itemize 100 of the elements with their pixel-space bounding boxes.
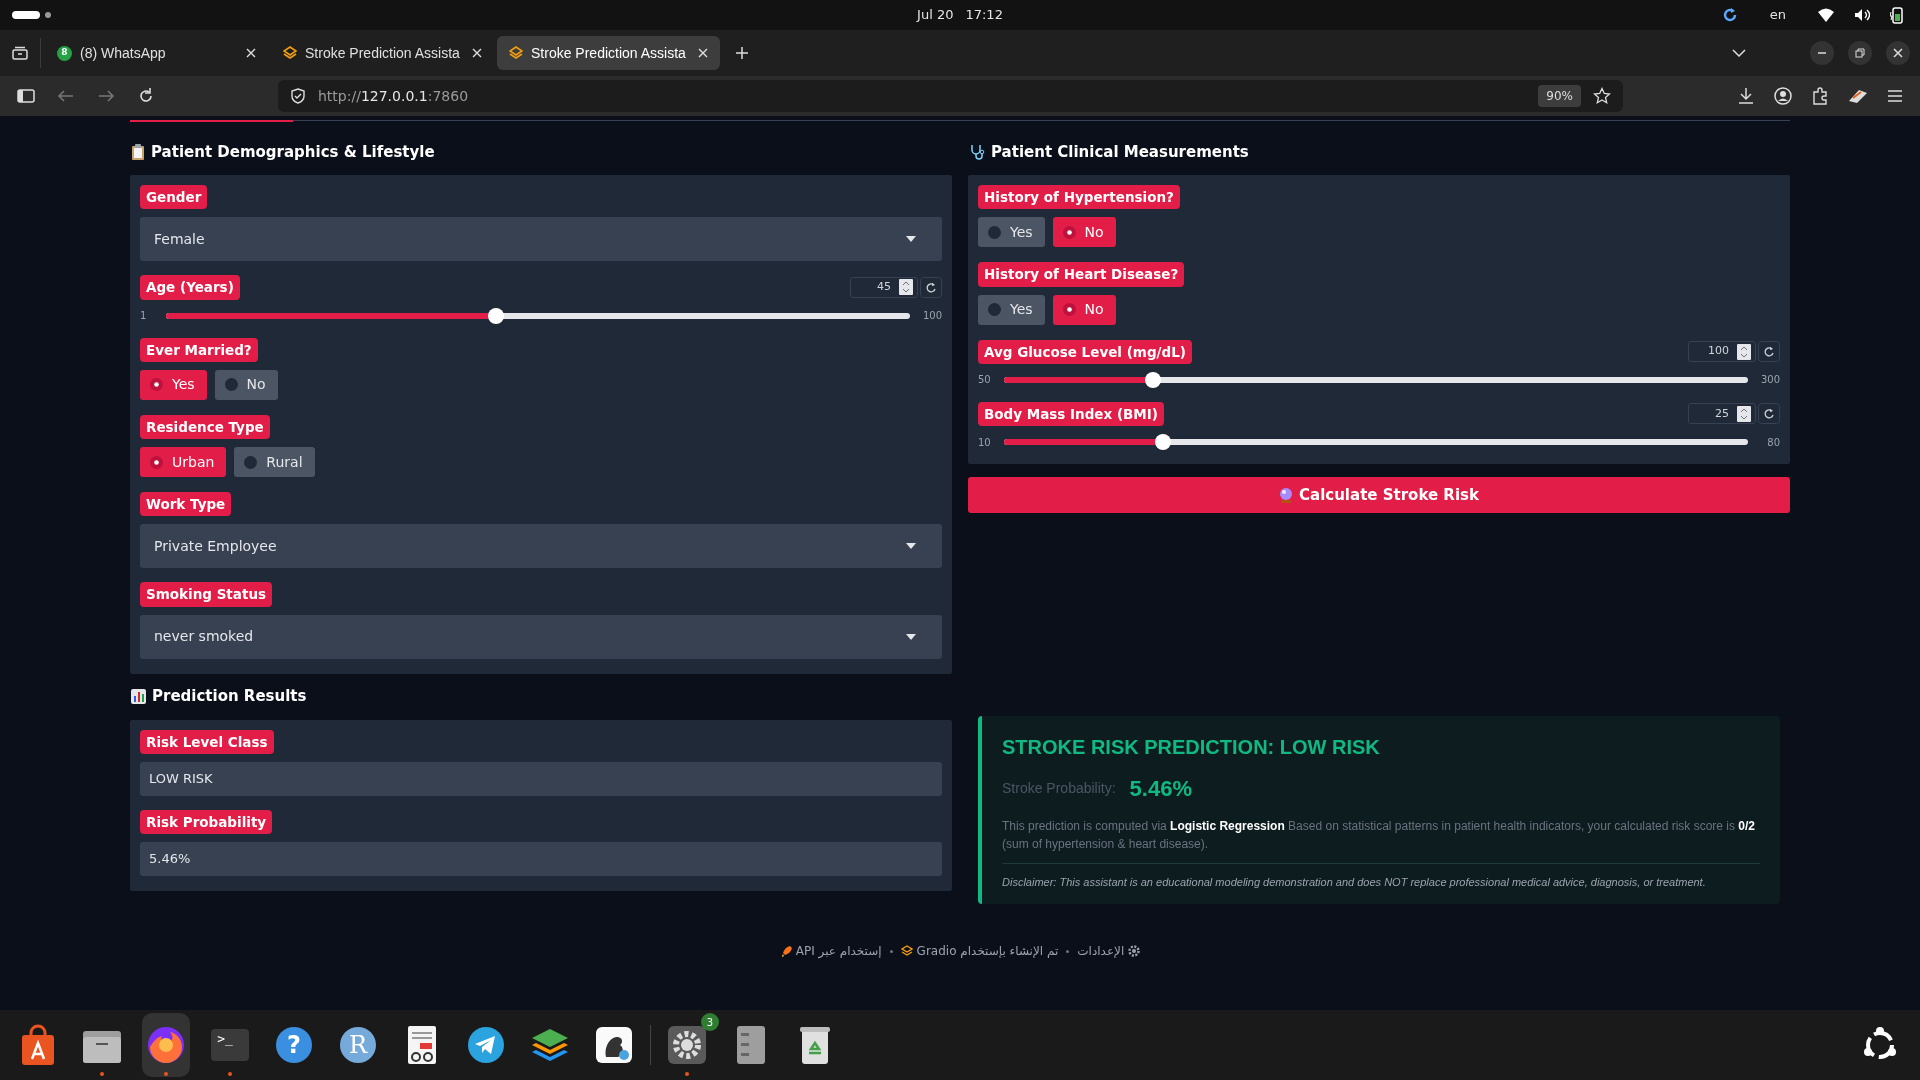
gear-icon[interactable] bbox=[665, 1023, 709, 1067]
radio-option[interactable]: Urban bbox=[140, 447, 227, 477]
footer-link[interactable]: الإعدادات bbox=[1077, 942, 1141, 960]
wifi-icon bbox=[1818, 8, 1834, 22]
field-label: Age (Years) bbox=[140, 275, 240, 300]
notification-badge: 3 bbox=[701, 1013, 719, 1031]
radio-icon bbox=[150, 378, 163, 392]
calculate-button[interactable]: Calculate Stroke Risk bbox=[968, 477, 1790, 513]
slider-max: 300 bbox=[1759, 373, 1780, 388]
number-input[interactable]: 100 bbox=[1688, 341, 1756, 363]
tab-overview-icon[interactable] bbox=[12, 46, 28, 60]
slider-thumb[interactable] bbox=[1144, 371, 1161, 388]
radio-icon bbox=[1062, 303, 1076, 316]
tab-title: Stroke Prediction Assista bbox=[305, 43, 461, 63]
chevron-down-icon[interactable] bbox=[1732, 49, 1746, 57]
slider-track[interactable] bbox=[1004, 433, 1748, 451]
close-icon[interactable] bbox=[246, 48, 256, 58]
notification-badge: 8 bbox=[57, 45, 72, 61]
section-title: Patient Demographics & Lifestyle bbox=[151, 141, 435, 163]
reset-icon[interactable] bbox=[1758, 341, 1780, 363]
field-label: Ever Married? bbox=[140, 337, 258, 362]
field-label: Smoking Status bbox=[140, 582, 273, 607]
radio-option[interactable]: No bbox=[1052, 294, 1116, 325]
browser-tab[interactable]: 8 (8) WhatsApp bbox=[45, 36, 268, 70]
radio-option[interactable]: Yes bbox=[978, 217, 1045, 248]
activities-icon[interactable] bbox=[12, 11, 52, 19]
radio-option[interactable]: No bbox=[1052, 217, 1116, 248]
reset-icon[interactable] bbox=[920, 276, 942, 298]
date-text: Jul 20 bbox=[917, 6, 954, 25]
shield-icon bbox=[290, 88, 306, 104]
radio-icon bbox=[224, 378, 238, 392]
close-icon[interactable] bbox=[1886, 41, 1910, 65]
browser-tab[interactable]: Stroke Prediction Assista bbox=[497, 36, 720, 70]
result-title: STROKE RISK PREDICTION: LOW RISK bbox=[1002, 734, 1381, 760]
slider-track[interactable] bbox=[1004, 370, 1748, 389]
spinner-icon bbox=[1737, 405, 1751, 422]
icon-glyph: >_ bbox=[217, 1030, 233, 1049]
probability-label: Stroke Probability: bbox=[1002, 778, 1116, 798]
field-label: Body Mass Index (BMI) bbox=[978, 401, 1164, 426]
field-label: Risk Level Class bbox=[140, 729, 274, 754]
dropdown[interactable]: Female bbox=[140, 217, 942, 262]
radio-option[interactable]: Rural bbox=[234, 447, 315, 477]
radio-option[interactable]: Yes bbox=[978, 294, 1045, 325]
radio-icon bbox=[988, 225, 1001, 239]
download-icon[interactable] bbox=[1736, 86, 1756, 106]
slider-track[interactable] bbox=[166, 306, 910, 325]
language-indicator[interactable]: en bbox=[1769, 5, 1786, 25]
reset-icon[interactable] bbox=[1758, 403, 1780, 425]
slider-max: 80 bbox=[1766, 435, 1780, 450]
menu-icon[interactable] bbox=[1886, 88, 1904, 104]
close-icon[interactable] bbox=[472, 48, 482, 58]
tab-title: Stroke Prediction Assista bbox=[531, 43, 687, 63]
layers-icon bbox=[509, 46, 523, 60]
minimize-icon[interactable] bbox=[1810, 41, 1834, 65]
dropdown-caret-icon bbox=[906, 633, 916, 640]
volume-icon bbox=[1854, 8, 1870, 22]
field-label: Gender bbox=[140, 185, 208, 210]
number-input[interactable]: 45 bbox=[850, 276, 918, 298]
radio-icon bbox=[988, 303, 1001, 316]
result-description: This prediction is computed via Logistic Regression Based on statistical patterns in patient health indicators, your calculated risk score is 0/2 (sum of hypertension & heart disease). bbox=[1002, 817, 1757, 853]
dropdown[interactable]: never smoked bbox=[140, 614, 942, 659]
spinner-icon bbox=[1737, 343, 1751, 360]
radio-option[interactable]: Yes bbox=[140, 369, 207, 400]
footer-link[interactable]: إستخدام عبر API bbox=[779, 942, 882, 960]
extension-icon[interactable] bbox=[1847, 87, 1869, 105]
clipboard-icon bbox=[131, 144, 145, 160]
new-tab-icon[interactable] bbox=[735, 46, 749, 60]
address-bar[interactable]: http://127.0.0.1:7860 90% bbox=[278, 80, 1623, 112]
close-icon[interactable] bbox=[698, 48, 708, 58]
footer-link[interactable]: تم الإنشاء بإستخدام Gradio bbox=[900, 942, 1059, 960]
slider-min: 10 bbox=[978, 435, 992, 450]
url-text: http://127.0.0.1:7860 bbox=[318, 86, 469, 106]
slider-thumb[interactable] bbox=[1155, 434, 1172, 450]
puzzle-icon[interactable] bbox=[1810, 86, 1830, 106]
dropdown-caret-icon bbox=[906, 543, 916, 550]
field-label: History of Hypertension? bbox=[978, 185, 1180, 210]
slider-thumb[interactable] bbox=[488, 307, 505, 324]
stethoscope-icon bbox=[969, 144, 985, 160]
bookmark-star-icon[interactable] bbox=[1593, 87, 1611, 105]
slider-min: 1 bbox=[140, 309, 148, 323]
rocket-icon bbox=[779, 945, 792, 957]
field-label: Residence Type bbox=[140, 414, 270, 439]
settings-icon bbox=[1128, 945, 1141, 957]
field-label: History of Heart Disease? bbox=[978, 262, 1185, 287]
crystal-ball-icon bbox=[1279, 487, 1294, 503]
bar-chart-icon bbox=[131, 689, 146, 704]
icon-glyph: ? bbox=[287, 1030, 301, 1061]
battery-icon bbox=[1890, 6, 1904, 24]
dropdown[interactable]: Private Employee bbox=[140, 524, 942, 569]
spinner-icon bbox=[899, 279, 913, 296]
dropdown-caret-icon bbox=[906, 236, 916, 243]
browser-tab[interactable]: Stroke Prediction Assista bbox=[271, 36, 494, 70]
number-input[interactable]: 25 bbox=[1688, 403, 1756, 425]
disclaimer-text: Disclaimer: This assistant is an educational modeling demonstration and does NOT replace professional medical advice, diagnosis, or treatment. bbox=[1002, 874, 1707, 890]
zoom-level[interactable]: 90% bbox=[1538, 85, 1581, 107]
restore-icon[interactable] bbox=[1848, 41, 1872, 65]
slider-max: 100 bbox=[921, 309, 942, 323]
field-label: Avg Glucose Level (mg/dL) bbox=[978, 339, 1192, 364]
radio-option[interactable]: No bbox=[214, 369, 278, 400]
account-icon[interactable] bbox=[1773, 86, 1793, 106]
